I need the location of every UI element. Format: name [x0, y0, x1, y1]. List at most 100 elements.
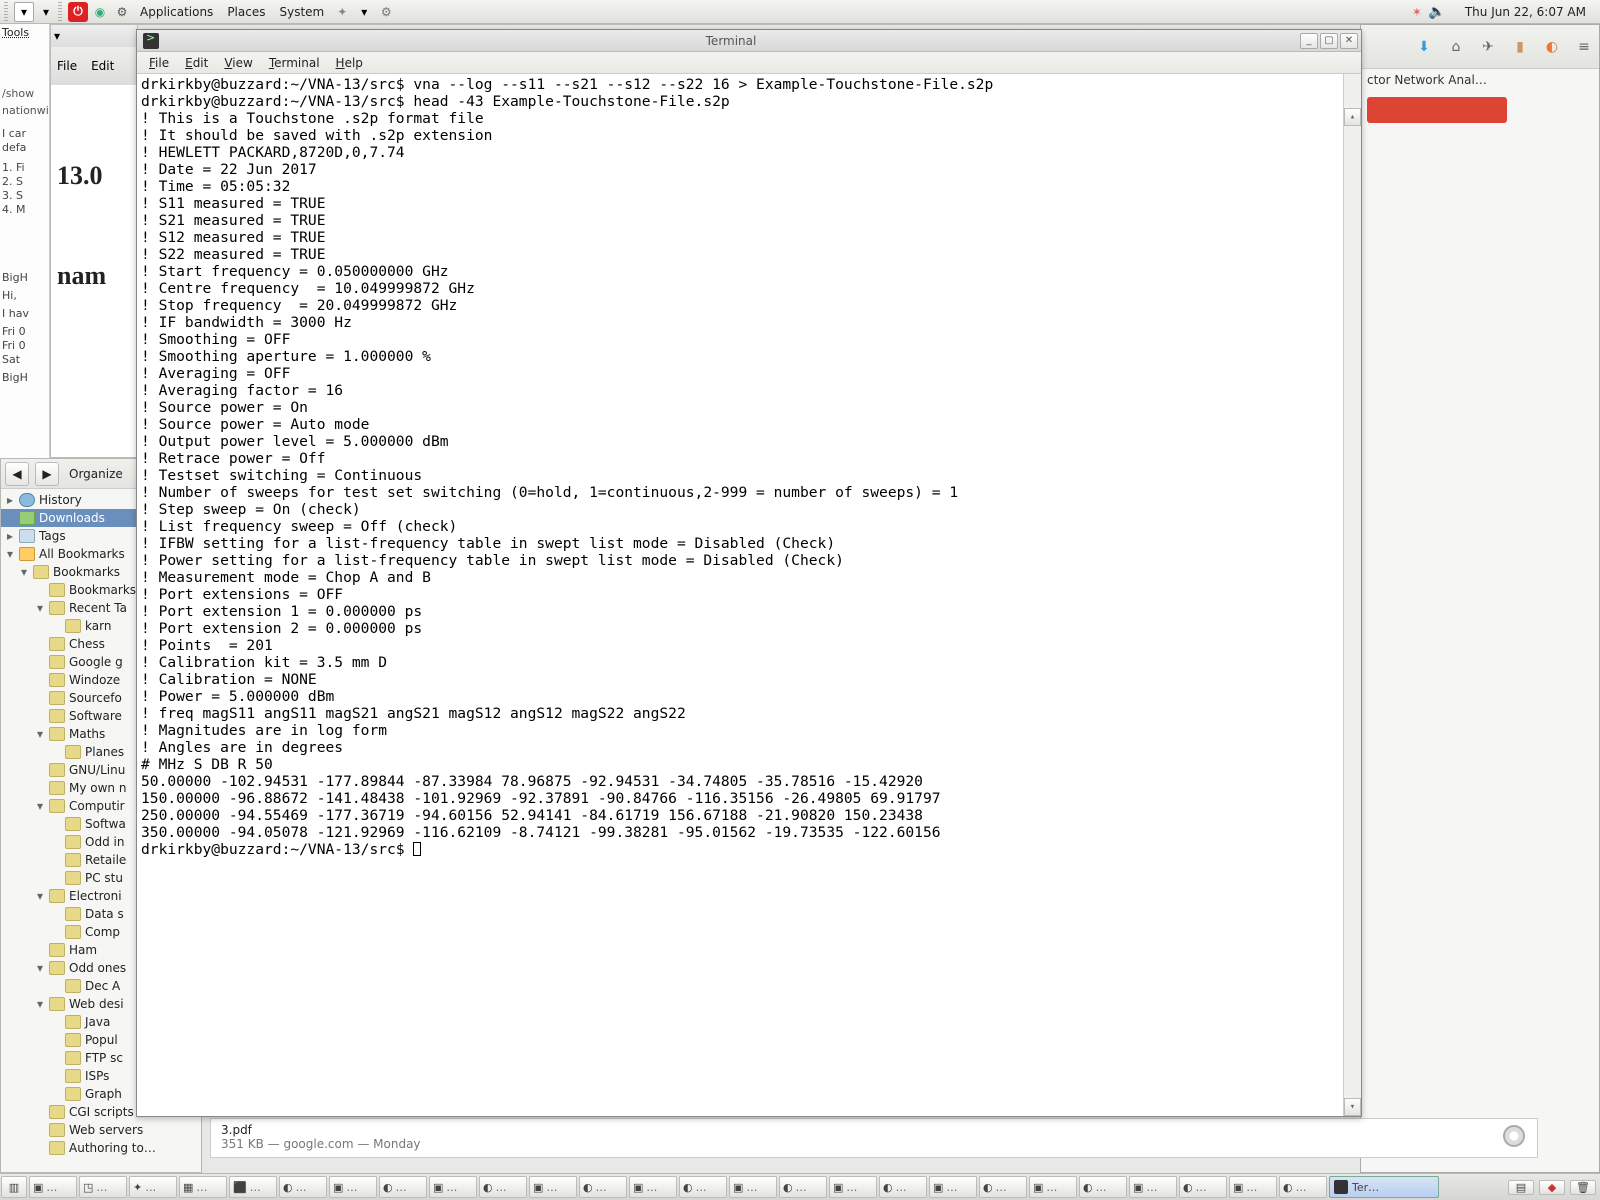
- window-list-icon[interactable]: ▾: [36, 2, 56, 22]
- clock[interactable]: Thu Jun 22, 6:07 AM: [1455, 5, 1596, 19]
- menu-applications[interactable]: Applications: [134, 5, 219, 19]
- applet-icon[interactable]: ⚙: [112, 2, 132, 22]
- expand-icon[interactable]: ▾: [35, 799, 45, 813]
- tree-item-label: Ham: [69, 943, 97, 957]
- forward-button[interactable]: ▶: [35, 462, 59, 486]
- taskbar-item[interactable]: ◐…: [479, 1176, 527, 1198]
- menu-places[interactable]: Places: [221, 5, 271, 19]
- show-desktop-button[interactable]: ▥: [1, 1176, 27, 1198]
- partial-text: nationwide: [2, 104, 47, 117]
- applet-icon[interactable]: ⚙: [376, 2, 396, 22]
- taskbar-item[interactable]: ▣…: [729, 1176, 777, 1198]
- shutdown-icon[interactable]: ⏻: [68, 2, 88, 22]
- menu-help[interactable]: Help: [328, 56, 371, 70]
- taskbar-item[interactable]: ▣…: [1229, 1176, 1277, 1198]
- taskbar-item[interactable]: ◐…: [379, 1176, 427, 1198]
- expand-icon[interactable]: ▾: [35, 997, 45, 1011]
- taskbar-item[interactable]: ◐…: [679, 1176, 727, 1198]
- folder-icon: [65, 1051, 81, 1065]
- tree-item-label: Odd in: [85, 835, 124, 849]
- menu-file[interactable]: File: [141, 56, 177, 70]
- expand-icon[interactable]: ▾: [35, 889, 45, 903]
- applet-icon[interactable]: ▾: [354, 2, 374, 22]
- taskbar-label: …: [346, 1181, 357, 1194]
- folder-icon[interactable]: ▮: [1509, 36, 1531, 58]
- download-item[interactable]: 3.pdf 351 KB — google.com — Monday: [210, 1118, 1538, 1158]
- scroll-down-button[interactable]: ▾: [1344, 1098, 1361, 1116]
- tree-item-label: FTP sc: [85, 1051, 123, 1065]
- taskbar-item[interactable]: ▣…: [1129, 1176, 1177, 1198]
- taskbar-item[interactable]: ▣…: [429, 1176, 477, 1198]
- close-button[interactable]: ✕: [1340, 33, 1358, 49]
- taskbar-item[interactable]: ▣…: [829, 1176, 877, 1198]
- trash-icon[interactable]: 🗑: [1570, 1180, 1596, 1195]
- subscribe-button[interactable]: [1367, 97, 1507, 123]
- menu-icon[interactable]: ≡: [1573, 36, 1595, 58]
- tab-title[interactable]: ctor Network Anal…: [1361, 69, 1599, 91]
- taskbar-item[interactable]: ▣…: [29, 1176, 77, 1198]
- taskbar-item[interactable]: ◐…: [1179, 1176, 1227, 1198]
- tray-icon[interactable]: ▤: [1508, 1180, 1534, 1195]
- taskbar-item[interactable]: ▦…: [179, 1176, 227, 1198]
- scrollbar[interactable]: ▴ ▾: [1343, 74, 1361, 1116]
- panel-handle[interactable]: [58, 2, 62, 22]
- taskbar-label: …: [296, 1181, 307, 1194]
- firefox-icon[interactable]: ◐: [1541, 36, 1563, 58]
- taskbar-item[interactable]: ✦…: [129, 1176, 177, 1198]
- download-icon[interactable]: ⬇: [1413, 36, 1435, 58]
- expand-icon[interactable]: ▾: [5, 547, 15, 561]
- menu-view[interactable]: View: [216, 56, 260, 70]
- back-button[interactable]: ◀: [5, 462, 29, 486]
- expand-icon[interactable]: ▾: [35, 727, 45, 741]
- menu-edit[interactable]: Edit: [91, 59, 114, 73]
- menu-edit[interactable]: Edit: [177, 56, 216, 70]
- tree-item-label: Graph: [85, 1087, 122, 1101]
- volume-icon[interactable]: 🔈: [1427, 2, 1447, 22]
- folder-icon: [19, 493, 35, 507]
- expand-icon[interactable]: ▾: [35, 601, 45, 615]
- minimize-button[interactable]: _: [1300, 33, 1318, 49]
- taskbar-item[interactable]: ◐…: [979, 1176, 1027, 1198]
- taskbar-item[interactable]: ▣…: [529, 1176, 577, 1198]
- taskbar-label: …: [1096, 1181, 1107, 1194]
- update-icon[interactable]: ✶: [1407, 2, 1427, 22]
- terminal-output[interactable]: drkirkby@buzzard:~/VNA-13/src$ vna --log…: [137, 74, 1361, 1116]
- taskbar-item[interactable]: ◐…: [1079, 1176, 1127, 1198]
- organize-button[interactable]: Organize: [65, 467, 127, 481]
- menu-file[interactable]: File: [57, 59, 77, 73]
- taskbar-item[interactable]: ◐…: [779, 1176, 827, 1198]
- partial-text: /show: [2, 87, 47, 100]
- taskbar-item[interactable]: ⬛…: [229, 1176, 277, 1198]
- taskbar-item[interactable]: ◐…: [579, 1176, 627, 1198]
- taskbar-item[interactable]: ▣…: [1029, 1176, 1077, 1198]
- taskbar-item[interactable]: ▣…: [929, 1176, 977, 1198]
- taskbar-item[interactable]: ▣…: [629, 1176, 677, 1198]
- expand-icon[interactable]: ▾: [19, 565, 29, 579]
- taskbar-item[interactable]: ◐…: [279, 1176, 327, 1198]
- tree-item-label: Planes: [85, 745, 124, 759]
- tray-icon[interactable]: ◆: [1539, 1180, 1565, 1195]
- expand-icon[interactable]: ▸: [5, 529, 15, 543]
- maximize-button[interactable]: ▢: [1320, 33, 1338, 49]
- taskbar-item[interactable]: ◐…: [879, 1176, 927, 1198]
- applet-icon[interactable]: ✦: [332, 2, 352, 22]
- window-list-icon[interactable]: ▾: [14, 2, 34, 22]
- home-icon[interactable]: ⌂: [1445, 36, 1467, 58]
- tree-item[interactable]: Authoring to…: [1, 1139, 201, 1157]
- menu-terminal[interactable]: Terminal: [261, 56, 328, 70]
- top-panel: ▾ ▾ ⏻ ◉ ⚙ Applications Places System ✦ ▾…: [0, 0, 1600, 24]
- terminal-titlebar[interactable]: Terminal _ ▢ ✕: [137, 30, 1361, 52]
- taskbar-item[interactable]: ▣…: [329, 1176, 377, 1198]
- send-icon[interactable]: ✈: [1477, 36, 1499, 58]
- taskbar-item[interactable]: ◳…: [79, 1176, 127, 1198]
- menu-tools[interactable]: Tools: [2, 26, 47, 39]
- menu-system[interactable]: System: [273, 5, 330, 19]
- taskbar-item[interactable]: ◐…: [1279, 1176, 1327, 1198]
- expand-icon[interactable]: ▾: [35, 961, 45, 975]
- panel-handle[interactable]: [4, 2, 8, 22]
- terminal-menubar[interactable]: File Edit View Terminal Help: [137, 52, 1361, 74]
- tree-item[interactable]: Web servers: [1, 1121, 201, 1139]
- taskbar-item-terminal[interactable]: Ter…: [1329, 1176, 1439, 1198]
- applet-icon[interactable]: ◉: [90, 2, 110, 22]
- expand-icon[interactable]: ▸: [5, 493, 15, 507]
